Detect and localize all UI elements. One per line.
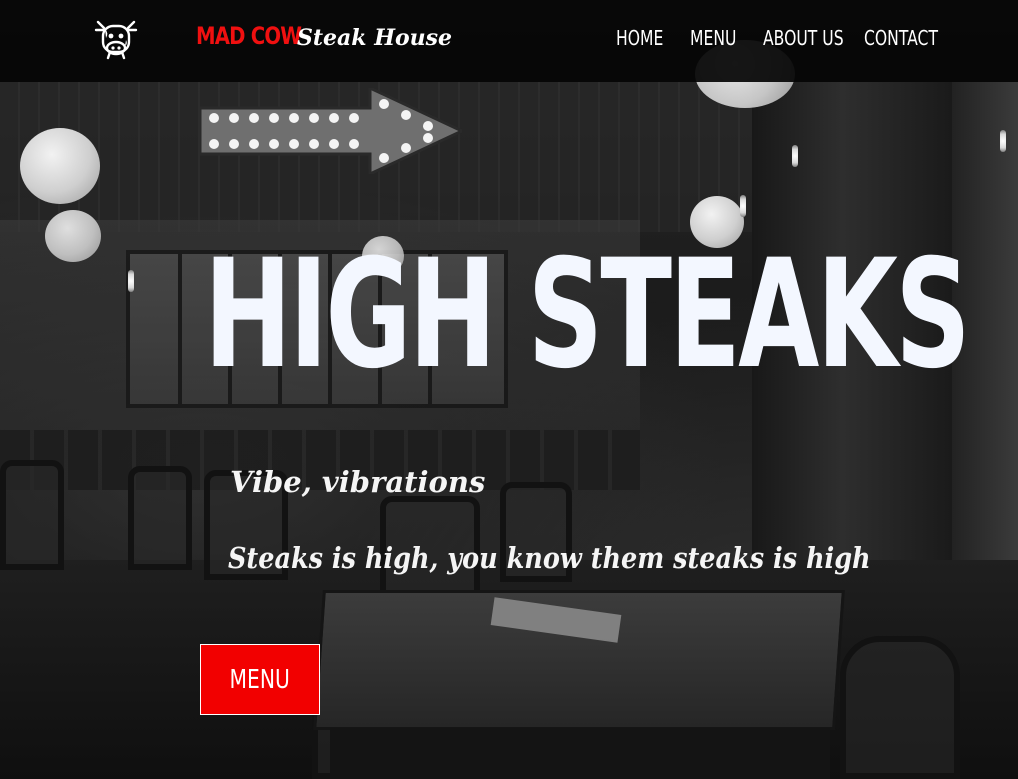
nav-home[interactable]: HOME (616, 24, 663, 52)
nav-contact[interactable]: CONTACT (864, 24, 938, 52)
brand-name[interactable]: MAD COW (196, 20, 302, 52)
nav-about-us[interactable]: ABOUT US (763, 24, 844, 52)
hero-headline: HIGH STEAKS (204, 228, 971, 402)
edison-bulb (792, 145, 798, 167)
hero-subtagline: Steaks is high, you know them steaks is … (228, 541, 871, 575)
pendant-globe-light (20, 128, 100, 204)
table-edge (330, 728, 830, 779)
edison-bulb (740, 195, 746, 217)
chair (128, 466, 192, 570)
arrow-marquee-sign (200, 88, 462, 174)
pendant-globe-light (45, 210, 101, 262)
menu-cta-button[interactable]: MENU (200, 644, 320, 715)
menu-cta-label: MENU (229, 664, 291, 695)
nav-menu[interactable]: MENU (690, 24, 736, 52)
brand-subtitle[interactable]: Steak House (297, 22, 452, 54)
chair (840, 636, 960, 779)
chair (0, 460, 64, 570)
edison-bulb (1000, 130, 1006, 152)
edison-bulb (128, 270, 134, 292)
top-navbar: MAD COW Steak House HOME MENU ABOUT US C… (0, 0, 1018, 82)
hero-section: HIGH STEAKS Vibe, vibrations Steaks is h… (0, 0, 1018, 779)
cow-icon[interactable] (92, 16, 140, 62)
hero-tagline: Vibe, vibrations (230, 465, 486, 499)
